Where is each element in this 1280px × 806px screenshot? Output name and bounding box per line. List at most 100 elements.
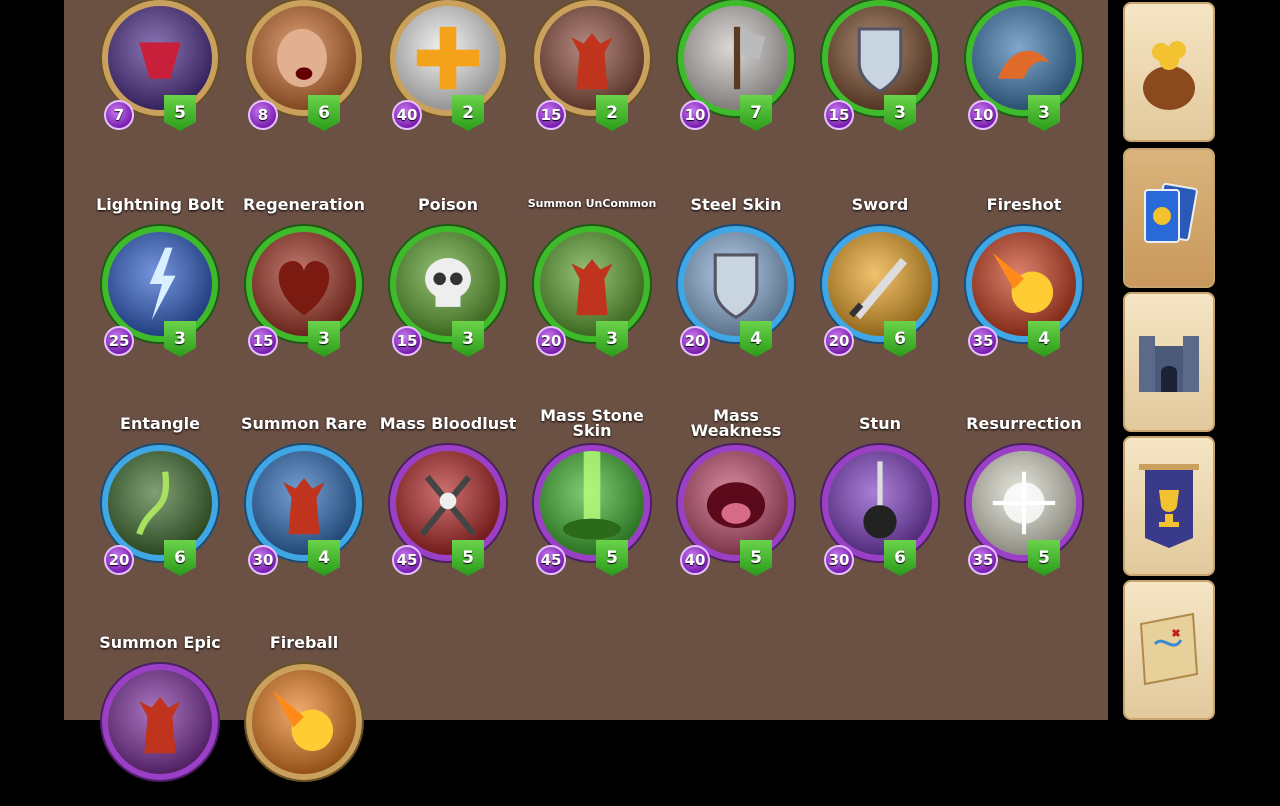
right-sidebar <box>1120 0 1218 720</box>
spell-name: Fireshot <box>986 194 1062 214</box>
screaming-mouth-icon[interactable] <box>678 445 794 561</box>
fireball-icon[interactable] <box>246 664 362 780</box>
treasure-map-icon <box>1133 604 1205 696</box>
spell-card[interactable]: Summon Rare 30 4 <box>234 407 374 587</box>
spell-level-badge: 5 <box>164 95 196 131</box>
screaming-head-icon[interactable] <box>246 0 362 116</box>
mana-cost-badge: 20 <box>536 326 566 356</box>
mana-cost-badge: 30 <box>824 545 854 575</box>
trophy-banner-button[interactable] <box>1123 436 1215 576</box>
spell-level-badge: 6 <box>308 95 340 131</box>
spell-card[interactable]: 15 2 <box>522 0 662 142</box>
spell-card[interactable]: Fireball <box>234 626 374 806</box>
spell-level-badge: 3 <box>308 321 340 357</box>
bloody-axe-icon[interactable] <box>678 0 794 116</box>
spell-card[interactable]: Summon UnCommon 20 3 <box>522 188 662 368</box>
spell-level-badge: 3 <box>884 95 916 131</box>
spell-level-badge: 5 <box>452 540 484 576</box>
trophy-banner-icon <box>1133 460 1205 552</box>
spell-name: Summon Epic <box>99 632 221 652</box>
gold-bag-icon <box>1133 26 1205 118</box>
mana-cost-badge: 40 <box>392 100 422 130</box>
spell-name: Mass Weakness <box>690 406 782 440</box>
spell-card[interactable]: Stun 30 6 <box>810 407 950 587</box>
spell-name: Entangle <box>120 413 200 433</box>
spell-card[interactable]: Mass Stone Skin 45 5 <box>522 407 662 587</box>
spell-level-badge: 2 <box>596 95 628 131</box>
spell-name: Steel Skin <box>690 194 782 214</box>
spell-name: Regeneration <box>243 194 365 214</box>
spell-name: Sword <box>851 194 909 214</box>
wooden-shield-icon[interactable] <box>822 0 938 116</box>
spell-card[interactable]: Regeneration 15 3 <box>234 188 374 368</box>
spell-card[interactable]: 40 2 <box>378 0 518 142</box>
map-button[interactable] <box>1123 580 1215 720</box>
spell-name: Summon UnCommon <box>527 197 657 210</box>
mana-cost-badge: 30 <box>248 545 278 575</box>
mana-cost-badge: 8 <box>248 100 278 130</box>
summon-demon-icon[interactable] <box>534 226 650 342</box>
mana-cost-badge: 45 <box>536 545 566 575</box>
dark-rune-icon[interactable] <box>102 0 218 116</box>
crossed-axes-icon[interactable] <box>390 445 506 561</box>
spell-card[interactable]: Steel Skin 20 4 <box>666 188 806 368</box>
mana-cost-badge: 15 <box>248 326 278 356</box>
treasure-bag-button[interactable] <box>1123 2 1215 142</box>
spell-level-badge: 4 <box>1028 321 1060 357</box>
mana-cost-badge: 15 <box>536 100 566 130</box>
fireball-icon[interactable] <box>966 226 1082 342</box>
sea-monster-icon[interactable] <box>966 0 1082 116</box>
spell-name: Resurrection <box>966 413 1082 433</box>
healing-cross-icon[interactable] <box>390 0 506 116</box>
spell-name: Mass Stone Skin <box>540 406 644 440</box>
vines-icon[interactable] <box>102 445 218 561</box>
mana-cost-badge: 35 <box>968 545 998 575</box>
spell-card[interactable]: Fireshot 35 4 <box>954 188 1094 368</box>
mana-cost-badge: 20 <box>824 326 854 356</box>
spell-level-badge: 5 <box>596 540 628 576</box>
spell-level-badge: 6 <box>884 540 916 576</box>
spell-card[interactable]: Sword 20 6 <box>810 188 950 368</box>
heart-icon[interactable] <box>246 226 362 342</box>
cards-button[interactable] <box>1123 148 1215 288</box>
spell-name: Poison <box>417 194 479 214</box>
spell-card[interactable]: Entangle 20 6 <box>90 407 230 587</box>
green-beam-icon[interactable] <box>534 445 650 561</box>
summon-demon-icon[interactable] <box>102 664 218 780</box>
spell-name: Fireball <box>269 632 339 652</box>
spell-level-badge: 4 <box>740 321 772 357</box>
spell-level-badge: 3 <box>1028 95 1060 131</box>
summon-demon-icon[interactable] <box>246 445 362 561</box>
mana-cost-badge: 35 <box>968 326 998 356</box>
spell-name: Summon Rare <box>240 413 368 433</box>
spell-card[interactable]: Mass Bloodlust 45 5 <box>378 407 518 587</box>
spell-card[interactable]: Summon Epic <box>90 626 230 806</box>
spell-card[interactable]: 75 <box>90 0 230 142</box>
spell-card[interactable]: 10 3 <box>954 0 1094 142</box>
spell-level-badge: 2 <box>452 95 484 131</box>
mana-cost-badge: 40 <box>680 545 710 575</box>
spell-card[interactable]: Poison 15 3 <box>378 188 518 368</box>
spell-card[interactable]: Lightning Bolt 25 3 <box>90 188 230 368</box>
mana-cost-badge: 25 <box>104 326 134 356</box>
ball-and-chain-icon[interactable] <box>822 445 938 561</box>
spell-level-badge: 3 <box>164 321 196 357</box>
mana-cost-badge: 45 <box>392 545 422 575</box>
light-burst-icon[interactable] <box>966 445 1082 561</box>
steel-shield-icon[interactable] <box>678 226 794 342</box>
flaming-sword-icon[interactable] <box>822 226 938 342</box>
lightning-bolt-icon[interactable] <box>102 226 218 342</box>
spell-card[interactable]: 10 7 <box>666 0 806 142</box>
spell-name: Lightning Bolt <box>96 194 224 214</box>
spell-card[interactable]: 86 <box>234 0 374 142</box>
mana-cost-badge: 7 <box>104 100 134 130</box>
castle-button[interactable] <box>1123 292 1215 432</box>
spell-card[interactable]: Resurrection 35 5 <box>954 407 1094 587</box>
spell-card[interactable]: 15 3 <box>810 0 950 142</box>
skull-icon[interactable] <box>390 226 506 342</box>
spell-level-badge: 4 <box>308 540 340 576</box>
summon-demon-icon[interactable] <box>534 0 650 116</box>
spell-level-badge: 3 <box>596 321 628 357</box>
spell-card[interactable]: Mass Weakness 40 5 <box>666 407 806 587</box>
mana-cost-badge: 20 <box>104 545 134 575</box>
